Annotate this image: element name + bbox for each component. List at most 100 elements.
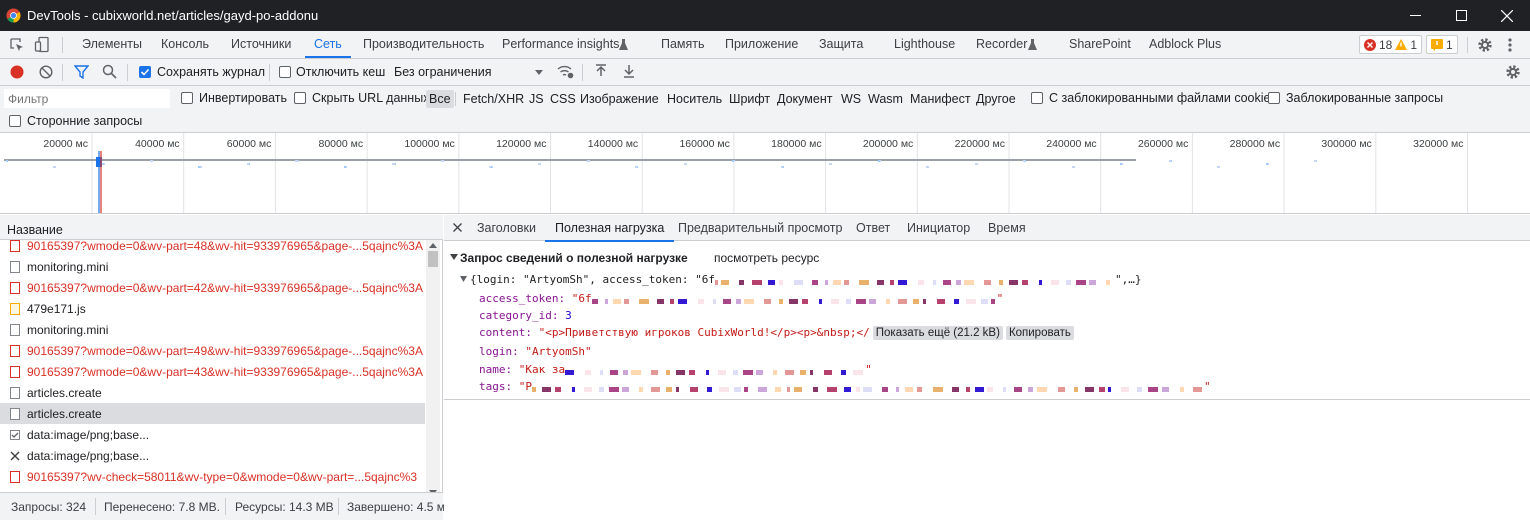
import-har-icon[interactable] [595, 64, 607, 78]
scroll-up-icon[interactable] [429, 243, 437, 248]
timeline-tick-label: 240000 мс [1046, 138, 1096, 150]
tab-sources[interactable]: Источники [231, 31, 291, 58]
type-filter-wasm[interactable]: Wasm [866, 90, 905, 108]
request-row[interactable]: monitoring.mini [0, 319, 425, 340]
preserve-log-checkbox[interactable] [139, 66, 151, 78]
tab-elements[interactable]: Элементы [82, 31, 142, 58]
type-filter-font[interactable]: Шрифт [727, 90, 772, 108]
scroll-thumb[interactable] [428, 251, 438, 267]
timeline-request-dot [247, 163, 249, 165]
timeline-overview[interactable]: 20000 мс 40000 мс 60000 мс 80000 мс 100000 м… [0, 133, 1530, 214]
clear-icon[interactable] [39, 65, 53, 79]
tab-security[interactable]: Защита [819, 31, 863, 58]
tab-timing[interactable]: Время [988, 215, 1026, 241]
throttling-select[interactable]: Без ограничения [390, 62, 546, 82]
type-filter-document[interactable]: Документ [775, 90, 834, 108]
settings-gear-icon[interactable] [1477, 37, 1493, 53]
export-har-icon[interactable] [623, 64, 635, 78]
type-filter-css[interactable]: CSS [548, 90, 578, 108]
type-filter-ws[interactable]: WS [839, 90, 863, 108]
request-row[interactable]: 90165397?wmode=0&wv-part=43&wv-hit=93397… [0, 361, 425, 382]
payload-summary-prefix: {login: "ArtyomSh", access_token: "6f [470, 273, 716, 286]
warning-icon [1395, 39, 1408, 50]
tab-preview[interactable]: Предварительный просмотр [678, 215, 842, 241]
request-row[interactable]: 90165397?wmode=0&wv-part=42&wv-hit=93397… [0, 277, 425, 298]
type-filter-js[interactable]: JS [527, 90, 546, 108]
hide-data-urls-checkbox[interactable] [294, 92, 306, 104]
request-row[interactable]: articles.create [0, 403, 425, 424]
tab-memory[interactable]: Память [661, 31, 705, 58]
filter-input[interactable] [4, 89, 170, 108]
tab-console[interactable]: Консоль [161, 31, 209, 58]
invert-checkbox[interactable] [181, 92, 193, 104]
timeline-tick-label: 160000 мс [679, 138, 729, 150]
blocked-requests-checkbox[interactable] [1268, 92, 1280, 104]
timeline-request-dot [1266, 163, 1268, 165]
tab-initiator[interactable]: Инициатор [907, 215, 970, 241]
collapse-triangle-icon[interactable] [450, 254, 458, 260]
filter-icon[interactable] [74, 65, 89, 79]
request-row[interactable]: monitoring.mini [0, 256, 425, 277]
timeline-request-dot [829, 163, 831, 165]
tab-headers[interactable]: Заголовки [477, 215, 536, 241]
type-filter-image[interactable]: Изображение [578, 90, 661, 108]
field-login: login: "ArtyomSh" [479, 345, 592, 358]
request-row[interactable]: 479e171.js [0, 298, 425, 319]
network-settings-gear-icon[interactable] [1505, 64, 1521, 80]
copy-button[interactable]: Копировать [1005, 326, 1074, 340]
redacted-tags-pixels [532, 383, 1204, 392]
search-icon[interactable] [102, 64, 117, 79]
title-bar: DevTools - cubixworld.net/articles/gayd-… [0, 0, 1530, 31]
network-conditions-icon[interactable] [557, 64, 574, 79]
device-toolbar-icon[interactable] [34, 36, 51, 53]
timeline-request-dot [392, 163, 394, 165]
tab-application[interactable]: Приложение [725, 31, 798, 58]
type-filter-media[interactable]: Носитель [665, 90, 724, 108]
request-row[interactable]: data:image/png;base... [0, 424, 425, 445]
throttling-value: Без ограничения [394, 65, 492, 79]
inspect-element-icon[interactable] [9, 37, 25, 53]
maximize-button[interactable] [1438, 0, 1484, 31]
type-filter-manifest[interactable]: Манифест [908, 90, 973, 108]
tab-adblock-plus[interactable]: Adblock Plus [1149, 31, 1221, 58]
requests-scrollbar[interactable] [426, 240, 440, 498]
timeline-request-bar [4, 159, 1136, 161]
request-row[interactable]: 90165397?wmode=0&wv-part=48&wv-hit=93397… [0, 235, 425, 256]
show-more-button[interactable]: Показать ещё (21.2 kB) [872, 326, 1003, 340]
tab-performance-insights[interactable]: Performance insights [502, 31, 619, 58]
invert-label: Инвертировать [199, 91, 288, 105]
disable-cache-checkbox[interactable] [279, 66, 291, 78]
type-filter-all[interactable]: Все [426, 90, 454, 108]
third-party-checkbox[interactable] [9, 115, 21, 127]
more-options-icon[interactable] [1508, 37, 1512, 53]
timeline-request-dot [6, 160, 8, 162]
redacted-token-pixels [591, 295, 997, 304]
request-row[interactable]: 90165397?wmode=0&wv-part=49&wv-hit=93397… [0, 340, 425, 361]
tab-performance[interactable]: Производительность [363, 31, 484, 58]
tab-payload[interactable]: Полезная нагрузка [544, 215, 675, 242]
close-details-icon[interactable] [453, 223, 462, 232]
error-count: 18 [1379, 37, 1393, 52]
issues-badge[interactable]: 1 [1426, 35, 1458, 54]
tab-response[interactable]: Ответ [856, 215, 890, 241]
timeline-tick-label: 100000 мс [404, 138, 454, 150]
expand-triangle-icon[interactable] [460, 276, 467, 282]
tab-lighthouse[interactable]: Lighthouse [894, 31, 955, 58]
blocked-cookies-checkbox[interactable] [1031, 92, 1043, 104]
request-row[interactable]: articles.create [0, 382, 425, 403]
request-row[interactable]: data:image/png;base... [0, 445, 425, 466]
tab-recorder[interactable]: Recorder [976, 31, 1027, 58]
close-window-button[interactable] [1484, 0, 1530, 31]
tab-sharepoint[interactable]: SharePoint [1069, 31, 1131, 58]
status-transferred: Перенесено: 7.8 MB. [104, 500, 220, 514]
timeline-tick-label: 180000 мс [771, 138, 821, 150]
type-filter-other[interactable]: Другое [974, 90, 1018, 108]
tab-network[interactable]: Сеть [305, 31, 351, 58]
request-row[interactable]: 90165397?wv-check=58011&wv-type=0&wmode=… [0, 466, 425, 487]
timeline-request-dot [489, 166, 491, 168]
issues-counter[interactable]: 18 1 [1359, 35, 1423, 54]
view-source-link[interactable]: посмотреть ресурс [714, 251, 819, 265]
record-stop-icon[interactable] [10, 65, 24, 79]
minimize-button[interactable] [1392, 0, 1438, 31]
type-filter-fetch-xhr[interactable]: Fetch/XHR [461, 90, 526, 108]
